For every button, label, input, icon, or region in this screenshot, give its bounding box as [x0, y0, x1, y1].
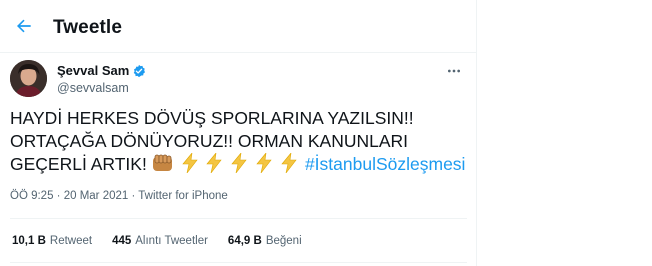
avatar[interactable] [10, 60, 47, 97]
page-title: Tweetle [53, 17, 122, 38]
verified-badge-icon [134, 64, 146, 77]
quotes-count: 445 [112, 235, 132, 247]
lightning-emoji-icon [206, 153, 223, 173]
tweet-panel: Tweetle Şevval Sam @sevvalsam HAYDİ HERK… [0, 0, 477, 266]
tweet-stats: 10,1 B Retweet 445 Alıntı Tweetler 64,9 BB… [12, 235, 302, 247]
meta-separator: · [128, 190, 139, 202]
tweet-line-2: ORTAÇAĞA DÖNÜYORUZ!! ORMAN KANUNLARI [10, 131, 409, 151]
back-button[interactable] [8, 10, 40, 42]
quotes-label: Alıntı Tweetler [135, 235, 208, 247]
tweet-time[interactable]: ÖÖ 9:25 [10, 190, 53, 202]
more-options-button[interactable] [441, 60, 467, 82]
likes-stat[interactable]: 64,9 B Beğeni [228, 235, 302, 247]
meta-separator: · [53, 190, 64, 202]
tweet-text: HAYDİ HERKES DÖVÜŞ SPORLARINA YAZILSIN!!… [10, 107, 470, 176]
divider [10, 262, 467, 263]
tweet-source[interactable]: Twitter for iPhone [138, 190, 227, 202]
arrow-left-icon [17, 19, 31, 33]
author-name-row[interactable]: Şevval Sam [57, 63, 146, 78]
likes-label: Beğeni [265, 235, 302, 247]
hashtag-link[interactable]: #İstanbulSözleşmesi [305, 154, 466, 174]
fist-emoji-icon [152, 154, 172, 171]
lightning-emoji-icon [256, 153, 272, 173]
retweets-stat[interactable]: 10,1 B Retweet [12, 235, 92, 247]
quote-tweets-stat[interactable]: 445 Alıntı Tweetler [112, 235, 208, 247]
tweet-line-3-text: GEÇERLİ ARTIK! [10, 154, 147, 174]
profile-photo [10, 60, 47, 97]
retweets-count: 10,1 B [12, 235, 46, 247]
tweet-meta: ÖÖ 9:25 · 20 Mar 2021 · Twitter for iPho… [10, 190, 228, 202]
retweets-label: Retweet [49, 235, 93, 247]
likes-count: 64,9 B [227, 235, 262, 247]
lightning-emoji-icon [281, 153, 297, 173]
tweet-date[interactable]: 20 Mar 2021 [64, 190, 129, 202]
tweet-line-1: HAYDİ HERKES DÖVÜŞ SPORLARINA YAZILSIN!! [10, 108, 414, 128]
more-dots-icon [448, 69, 460, 73]
author-name[interactable]: Şevval Sam [57, 63, 129, 78]
tweet-line-3: GEÇERLİ ARTIK! #İstanbulSözleşmesi [10, 153, 470, 176]
page-header: Tweetle [0, 0, 476, 53]
lightning-emoji-icon [231, 153, 247, 173]
lightning-emoji-icon [181, 153, 198, 173]
author-handle[interactable]: @sevvalsam [57, 81, 129, 95]
divider [10, 218, 467, 219]
